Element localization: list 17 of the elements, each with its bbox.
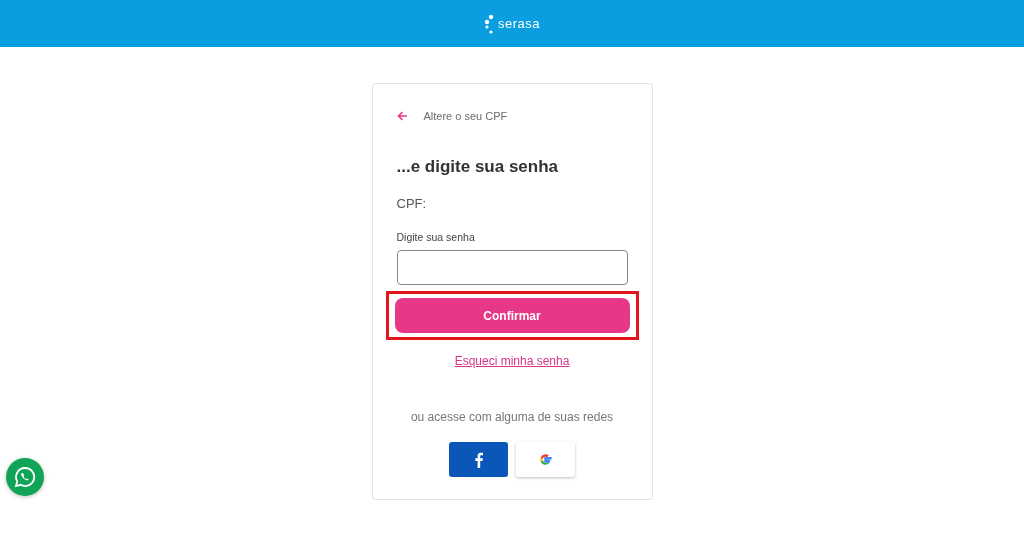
page-heading: ...e digite sua senha <box>396 156 560 177</box>
password-label: Digite sua senha <box>396 230 476 246</box>
social-login-text: ou acesse com alguma de suas redes <box>409 409 615 427</box>
password-field[interactable] <box>396 250 628 286</box>
facebook-icon <box>474 451 483 468</box>
facebook-button[interactable] <box>449 442 508 478</box>
forgot-password-link[interactable]: Esqueci minha senha <box>454 354 570 369</box>
cpf-label: CPF: <box>396 194 428 213</box>
logo-text: serasa <box>498 14 540 33</box>
back-link[interactable]: Altere o seu CPF <box>396 108 628 125</box>
back-arrow-icon <box>396 111 408 122</box>
google-button[interactable] <box>516 442 575 478</box>
confirm-button[interactable]: Confirmar <box>394 298 630 334</box>
logo-icon <box>484 13 494 34</box>
google-icon <box>538 452 553 468</box>
chat-button[interactable] <box>6 458 44 496</box>
chat-bubble-icon <box>14 466 36 488</box>
